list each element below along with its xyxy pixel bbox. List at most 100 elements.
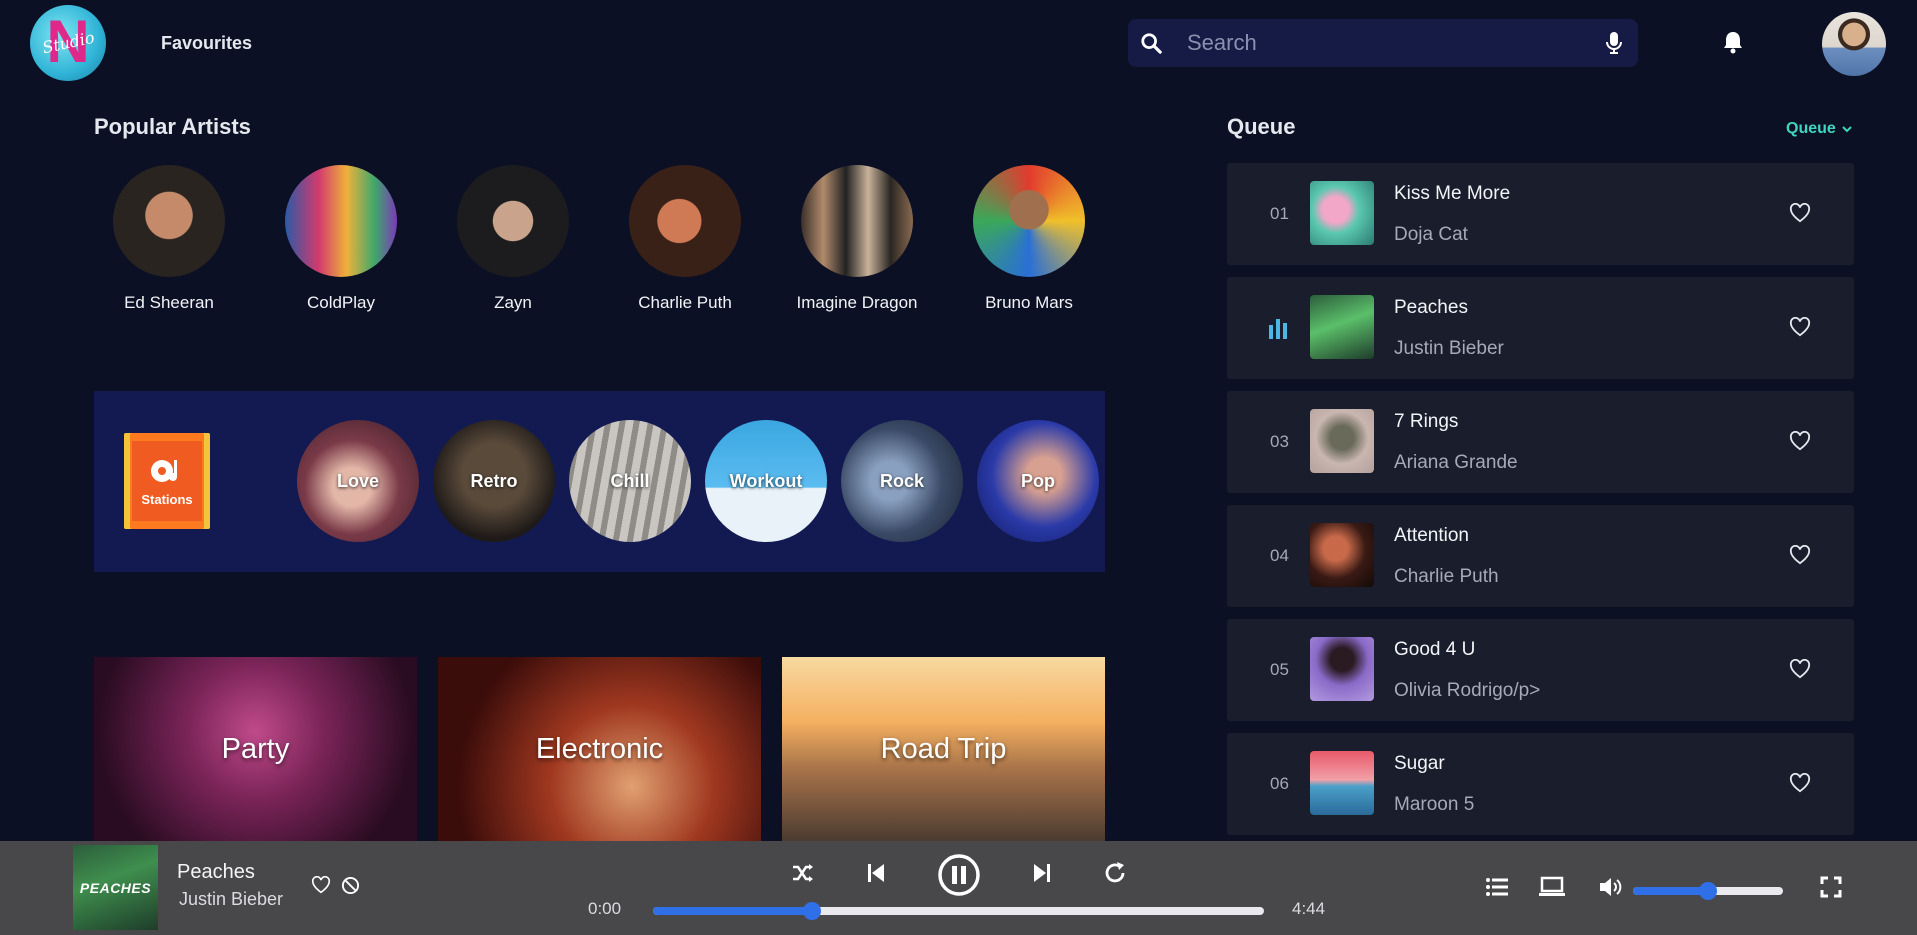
volume-slider[interactable] [1633,882,1783,900]
stations-panel: Stations Love Retro Chill Workout Rock P… [94,391,1105,572]
fullscreen-icon[interactable] [1820,876,1842,898]
queue-item[interactable]: 05 Good 4 U Olivia Rodrigo/p> [1227,619,1854,721]
artist-name: Zayn [494,293,532,312]
player-bar: PEACHES Peaches Justin Bieber 0:00 4:44 [0,841,1917,935]
microphone-icon[interactable] [1604,31,1624,55]
progress-slider[interactable] [653,902,1264,920]
song-artist: Justin Bieber [1394,338,1504,359]
song-artist: Charlie Puth [1394,566,1499,587]
current-time: 0:00 [588,899,622,918]
device-laptop-icon[interactable] [1538,876,1566,898]
artist-name: Bruno Mars [985,293,1073,312]
genre-label: Chill [610,470,650,491]
volume-icon[interactable] [1598,876,1624,898]
queue-number: 06 [1270,774,1289,793]
album-art [1310,523,1374,587]
queue-dropdown[interactable]: Queue [1786,120,1852,138]
genre-pop[interactable]: Pop [977,420,1099,542]
mood-party[interactable]: Party [94,657,417,842]
queue-list-icon[interactable] [1485,877,1509,897]
progress-fill [653,907,812,915]
queue-item[interactable]: 03 7 Rings Ariana Grande [1227,391,1854,493]
genre-love[interactable]: Love [297,420,419,542]
artist-name: Ed Sheeran [124,293,214,312]
artist-photo [973,165,1085,277]
queue-number: 04 [1270,546,1289,565]
queue-item[interactable]: 04 Attention Charlie Puth [1227,505,1854,607]
volume-knob[interactable] [1699,882,1717,900]
next-track-icon[interactable] [1032,862,1052,884]
queue-number: 03 [1270,432,1289,451]
bell-icon[interactable] [1722,30,1744,54]
stations-logo[interactable]: Stations [124,433,210,529]
genre-retro[interactable]: Retro [433,420,555,542]
search-bar[interactable]: Search [1128,19,1638,67]
now-playing-cover: PEACHES [73,845,158,930]
shuffle-icon[interactable] [791,862,815,884]
song-title: Attention [1394,525,1469,546]
user-avatar[interactable] [1822,12,1886,76]
mood-label: Road Trip [880,733,1007,765]
repeat-icon[interactable] [1103,861,1127,885]
queue-title: Queue [1227,114,1296,139]
stations-label: Stations [141,491,193,507]
heart-icon[interactable] [1789,317,1811,337]
song-artist: Maroon 5 [1394,794,1475,815]
heart-icon[interactable] [1789,545,1811,565]
artist-card[interactable]: Imagine Dragon [787,165,927,313]
genre-label: Retro [470,470,518,491]
genre-label: Workout [729,470,803,491]
genre-chill[interactable]: Chill [569,420,691,542]
duration: 4:44 [1292,899,1326,918]
song-title: Good 4 U [1394,639,1476,660]
heart-icon[interactable] [311,876,331,894]
heart-icon[interactable] [1789,431,1811,451]
song-title: Peaches [1394,297,1468,318]
queue-number: 01 [1270,204,1289,223]
album-art [1310,637,1374,701]
queue-item-playing[interactable]: Peaches Justin Bieber [1227,277,1854,379]
mood-road-trip[interactable]: Road Trip [782,657,1105,842]
artist-card[interactable]: Ed Sheeran [99,165,239,313]
artist-card[interactable]: Charlie Puth [615,165,755,313]
album-art [1310,751,1374,815]
studio-logo[interactable]: N Studio [30,5,106,81]
progress-knob[interactable] [802,902,821,920]
now-playing-title: Peaches [177,861,255,883]
genre-label: Love [336,470,379,491]
genre-workout[interactable]: Workout [705,420,827,542]
song-artist: Ariana Grande [1394,452,1518,473]
genre-label: Rock [879,470,924,491]
heart-icon[interactable] [1789,203,1811,223]
artist-card[interactable]: Bruno Mars [959,165,1099,313]
artist-photo [629,165,741,277]
artist-name: ColdPlay [306,293,376,312]
artist-photo [801,165,913,277]
cover-text: PEACHES [79,879,152,896]
heart-icon[interactable] [1789,659,1811,679]
volume-fill [1633,887,1708,895]
radio-music-icon [151,459,177,482]
artist-card[interactable]: ColdPlay [271,165,411,313]
search-input[interactable]: Search [1187,30,1604,56]
search-icon [1141,33,1162,54]
genre-rock[interactable]: Rock [841,420,963,542]
artist-photo [285,165,397,277]
album-art [1310,181,1374,245]
artist-card[interactable]: Zayn [443,165,583,313]
chevron-down-icon [1842,126,1852,133]
album-art [1310,295,1374,359]
mood-electronic[interactable]: Electronic [438,657,761,842]
mood-label: Electronic [535,733,664,765]
heart-icon[interactable] [1789,773,1811,793]
previous-track-icon[interactable] [866,862,886,884]
favourites-link[interactable]: Favourites [161,33,252,54]
pause-button[interactable] [937,853,981,897]
block-icon[interactable] [341,876,360,895]
queue-item[interactable]: 06 Sugar Maroon 5 [1227,733,1854,835]
genre-label: Pop [1021,470,1055,491]
song-artist: Olivia Rodrigo/p> [1394,680,1541,701]
queue-item[interactable]: 01 Kiss Me More Doja Cat [1227,163,1854,265]
artist-name: Charlie Puth [638,293,732,312]
queue-dropdown-label: Queue [1786,120,1836,137]
